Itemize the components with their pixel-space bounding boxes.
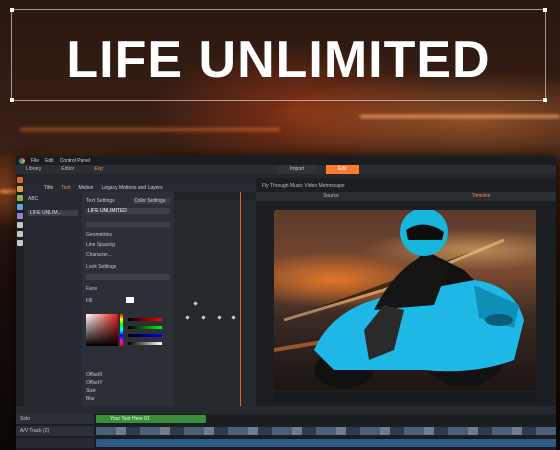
timeline: Solo Your Text Here 01 A/V Track (2) bbox=[16, 406, 556, 450]
viewer-tab-source[interactable]: Source bbox=[256, 192, 406, 201]
project-title: Fly Through Music Video Metroscape bbox=[262, 183, 345, 189]
layers-header: ABC bbox=[28, 196, 39, 202]
keyframe[interactable] bbox=[201, 315, 206, 320]
audio-track-head[interactable] bbox=[16, 438, 94, 448]
audio-clip[interactable] bbox=[96, 439, 556, 447]
tab-import[interactable]: Import bbox=[278, 165, 317, 174]
look-settings-row[interactable]: Look Settings bbox=[86, 264, 170, 270]
video-track: A/V Track (2) bbox=[16, 426, 556, 436]
tool-icon[interactable] bbox=[17, 204, 23, 210]
banner-corner bbox=[543, 98, 547, 102]
title-track: Solo Your Text Here 01 bbox=[16, 414, 556, 424]
look-preset-field[interactable] bbox=[86, 274, 170, 280]
layer-item[interactable]: LIFE UNLIM... bbox=[28, 210, 78, 216]
viewer-tab-timeline[interactable]: Timeline bbox=[406, 192, 556, 201]
subtab-motion[interactable]: Motion bbox=[78, 185, 93, 191]
audio-track bbox=[16, 438, 556, 448]
tool-icon[interactable] bbox=[17, 240, 23, 246]
banner-corner bbox=[10, 8, 14, 12]
line-spacing-row[interactable]: Line Spacing bbox=[86, 242, 170, 248]
character-row[interactable]: Character... bbox=[86, 252, 170, 258]
editor-window: File Edit Control Panel Library Editor E… bbox=[16, 156, 556, 450]
tool-icon[interactable] bbox=[17, 231, 23, 237]
menu-file[interactable]: File bbox=[31, 158, 39, 164]
tab-editor[interactable]: Editor bbox=[51, 165, 84, 174]
size-row[interactable]: Size bbox=[86, 388, 170, 394]
keyframe-ruler bbox=[174, 192, 256, 200]
video-clip[interactable] bbox=[96, 427, 556, 435]
text-settings-panel: Text Settings Color Settings LIFE UNLIMI… bbox=[82, 192, 174, 406]
color-settings-button[interactable]: Color Settings bbox=[134, 198, 170, 204]
text-value-field[interactable]: LIFE UNLIMITED bbox=[86, 208, 170, 214]
keyframe-playhead[interactable] bbox=[240, 192, 241, 406]
preview-panel: Fly Through Music Video Metroscape Sourc… bbox=[256, 178, 556, 406]
viewer-tabs: Source Timeline bbox=[256, 192, 556, 201]
tab-exp[interactable]: Exp bbox=[84, 165, 113, 174]
title-clip[interactable]: Your Text Here 01 bbox=[96, 415, 206, 423]
app-logo-icon bbox=[19, 157, 25, 164]
banner-title: LIFE UNLIMITED bbox=[66, 31, 491, 89]
banner-corner bbox=[543, 8, 547, 12]
alpha-slider[interactable] bbox=[128, 342, 162, 345]
subtab-text[interactable]: Text bbox=[61, 185, 70, 191]
keyframe[interactable] bbox=[217, 315, 222, 320]
offset-y-row[interactable]: OffsetY bbox=[86, 380, 170, 386]
geometries-row[interactable]: Geometries bbox=[86, 232, 170, 238]
track-solo-label[interactable]: Solo bbox=[16, 414, 94, 424]
color-picker[interactable] bbox=[86, 314, 118, 346]
fill-swatch[interactable] bbox=[126, 297, 134, 303]
tool-icon[interactable] bbox=[17, 186, 23, 192]
green-slider[interactable] bbox=[128, 326, 162, 329]
blur-row[interactable]: Blur bbox=[86, 396, 170, 402]
red-slider[interactable] bbox=[128, 318, 162, 321]
title-banner: LIFE UNLIMITED bbox=[10, 8, 547, 102]
blue-slider[interactable] bbox=[128, 334, 162, 337]
tab-library[interactable]: Library bbox=[16, 165, 51, 174]
track-label[interactable]: A/V Track (2) bbox=[16, 426, 94, 436]
hue-slider[interactable] bbox=[120, 314, 123, 346]
video-preview bbox=[274, 210, 536, 390]
banner-corner bbox=[10, 98, 14, 102]
tab-edit[interactable]: Edit bbox=[326, 165, 359, 174]
light-streak bbox=[20, 128, 280, 131]
keyframe[interactable] bbox=[231, 315, 236, 320]
layers-panel: ABC LIFE UNLIM... bbox=[24, 192, 83, 406]
menu-bar: File Edit Control Panel bbox=[16, 156, 556, 165]
menu-control-panel[interactable]: Control Panel bbox=[60, 158, 90, 164]
subtab-legacy[interactable]: Legacy Motions and Layers bbox=[101, 185, 162, 191]
subtab-title[interactable]: Title bbox=[44, 185, 53, 191]
offset-x-row[interactable]: OffsetX bbox=[86, 372, 170, 378]
playback-controls[interactable] bbox=[274, 392, 536, 402]
tool-icon[interactable] bbox=[17, 177, 23, 183]
tool-strip bbox=[16, 174, 24, 414]
tool-icon[interactable] bbox=[17, 222, 23, 228]
tool-icon[interactable] bbox=[17, 213, 23, 219]
light-streak bbox=[360, 115, 560, 118]
face-row[interactable]: Face bbox=[86, 286, 170, 292]
keyframe[interactable] bbox=[193, 301, 198, 306]
timeline-ruler[interactable] bbox=[16, 406, 556, 414]
format-toolbar[interactable] bbox=[86, 222, 170, 227]
keyframe-panel bbox=[174, 192, 256, 406]
title-editor-tabs: Title Text Motion Legacy Motions and Lay… bbox=[24, 184, 282, 192]
motorcycle-rider-image bbox=[274, 210, 524, 388]
menu-edit[interactable]: Edit bbox=[45, 158, 54, 164]
tool-icon[interactable] bbox=[17, 195, 23, 201]
keyframe[interactable] bbox=[185, 315, 190, 320]
